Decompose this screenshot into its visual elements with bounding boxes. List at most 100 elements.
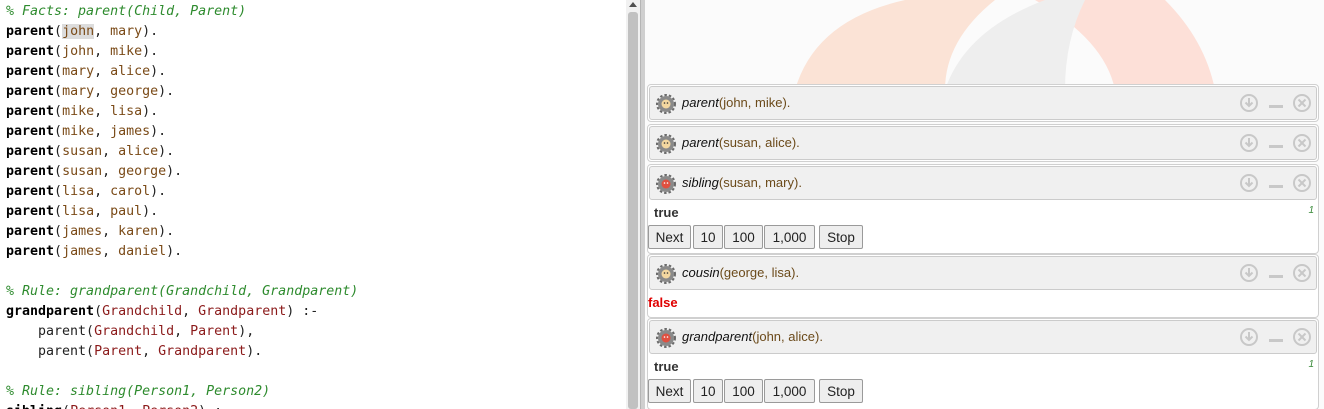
download-icon[interactable] (1240, 328, 1258, 346)
close-icon[interactable] (1293, 134, 1311, 152)
minimize-icon[interactable] (1267, 264, 1285, 282)
next-100-button[interactable]: 100 (724, 379, 763, 403)
query-predicate: cousin (682, 265, 720, 280)
code-token: james (62, 224, 103, 239)
code-token: ) :- (286, 304, 319, 319)
code-token: , (94, 104, 111, 119)
minimize-icon[interactable] (1267, 328, 1285, 346)
code-line: % Rule: grandparent(Grandchild, Grandpar… (6, 282, 358, 302)
close-icon[interactable] (1293, 264, 1311, 282)
query-arguments: (susan, alice). (718, 135, 800, 150)
code-line: parent(mike, lisa). (6, 102, 158, 122)
code-token: parent( (6, 344, 95, 359)
code-token: , (94, 124, 111, 139)
query-arguments: (susan, mary). (718, 175, 802, 190)
code-token: mary (62, 84, 95, 99)
running-gear-icon (656, 328, 676, 348)
code-token: Grandparent (198, 304, 287, 319)
code-token: parent (6, 244, 55, 259)
minimize-icon[interactable] (1267, 174, 1285, 192)
close-icon[interactable] (1293, 328, 1311, 346)
code-line: parent(mike, james). (6, 122, 166, 142)
code-token: parent (6, 124, 55, 139)
close-icon[interactable] (1293, 94, 1311, 112)
code-token: ( (54, 124, 63, 139)
code-token: lisa (110, 104, 143, 119)
minimize-icon[interactable] (1267, 134, 1285, 152)
code-token: % Rule: grandparent(Grandchild, Grandpar… (6, 284, 359, 299)
code-token: ( (54, 244, 63, 259)
editor-scrollbar-thumb[interactable] (628, 12, 638, 409)
code-token: ). (150, 124, 167, 139)
code-token: ). (158, 84, 175, 99)
query-panel: sibling(susan, mary). true 1 Next 10 100… (647, 164, 1319, 254)
close-icon[interactable] (1293, 174, 1311, 192)
download-icon[interactable] (1240, 264, 1258, 282)
code-token: parent (6, 44, 55, 59)
code-token: , (94, 84, 111, 99)
code-token: parent (6, 84, 55, 99)
code-line: parent(john, mary). (6, 22, 158, 42)
code-token: john (62, 44, 95, 59)
code-token: mary (110, 24, 143, 39)
code-token: , (102, 244, 119, 259)
code-token: , (94, 184, 111, 199)
code-token: , (182, 304, 199, 319)
query-arguments: (john, alice). (752, 329, 823, 344)
code-token: ). (158, 144, 175, 159)
code-token: % Rule: sibling(Person1, Person2) (6, 384, 271, 399)
swi-logo-watermark (795, 0, 1215, 90)
next-1000-button[interactable]: 1,000 (764, 225, 815, 249)
stop-button[interactable]: Stop (819, 225, 863, 249)
next-10-button[interactable]: 10 (693, 379, 723, 403)
minimize-icon[interactable] (1267, 94, 1285, 112)
code-token: ). (142, 24, 159, 39)
query-header: cousin(george, lisa). (649, 256, 1317, 290)
code-token: Grandchild (102, 304, 183, 319)
next-button[interactable]: Next (648, 379, 691, 403)
code-token: parent( (6, 324, 95, 339)
code-token: ( (62, 404, 70, 409)
query-panel: parent(susan, alice). (647, 124, 1319, 162)
scroll-up-arrow-icon[interactable] (629, 2, 637, 7)
code-line: parent(susan, george). (6, 162, 182, 182)
code-token: , (174, 324, 191, 339)
code-token: george (118, 164, 167, 179)
gear-icon (656, 134, 676, 154)
code-token: , (102, 144, 119, 159)
code-line: parent(lisa, paul). (6, 202, 158, 222)
code-token: ) :- (198, 404, 230, 409)
code-token: ( (54, 224, 63, 239)
next-10-button[interactable]: 10 (693, 225, 723, 249)
query-panel: parent(john, mike). (647, 84, 1319, 122)
code-line: grandparent(Grandchild, Grandparent) :- (6, 302, 318, 322)
code-token: , (94, 64, 111, 79)
code-token: ( (54, 164, 63, 179)
code-editor[interactable]: % Facts: parent(Child, Parent) parent(joh… (0, 0, 626, 409)
answer-count: 1 (1308, 359, 1314, 370)
code-line: parent(james, daniel). (6, 242, 182, 262)
download-icon[interactable] (1240, 134, 1258, 152)
code-token: ). (150, 64, 167, 79)
code-line: % Rule: sibling(Person1, Person2) (6, 382, 270, 402)
query-header: sibling(susan, mary). (649, 166, 1317, 200)
code-token: Grandchild (94, 324, 175, 339)
code-line: parent(james, karen). (6, 222, 174, 242)
code-token: , (102, 224, 119, 239)
code-token: alice (110, 64, 151, 79)
code-line: parent(susan, alice). (6, 142, 174, 162)
next-button[interactable]: Next (648, 225, 691, 249)
download-icon[interactable] (1240, 174, 1258, 192)
next-1000-button[interactable]: 1,000 (764, 379, 815, 403)
code-token: susan (62, 144, 103, 159)
next-100-button[interactable]: 100 (724, 225, 763, 249)
code-token: ( (94, 304, 103, 319)
download-icon[interactable] (1240, 94, 1258, 112)
gear-icon (656, 264, 676, 284)
code-token: Person1 (70, 404, 126, 409)
code-token: mike (110, 44, 143, 59)
code-token: ( (54, 144, 63, 159)
code-token: sibling (6, 404, 62, 409)
query-arguments: (john, mike). (718, 95, 791, 110)
stop-button[interactable]: Stop (819, 379, 863, 403)
